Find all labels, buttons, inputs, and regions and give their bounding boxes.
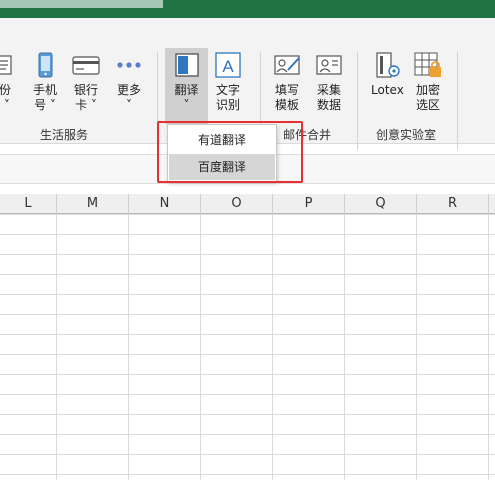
- collect-data-button[interactable]: 采集 数据: [314, 50, 344, 113]
- column-header-n[interactable]: N: [129, 194, 201, 214]
- text-recognition-label-1: 文字: [215, 83, 240, 97]
- column-header-l[interactable]: L: [0, 194, 57, 214]
- collect-data-icon: [314, 50, 344, 80]
- highlight-annotation-box: [157, 121, 303, 183]
- active-tab-indicator[interactable]: [0, 0, 163, 8]
- id-card-label-1: 身份: [0, 83, 11, 97]
- phone-number-button[interactable]: 手机 号 ˅: [30, 50, 60, 113]
- grid-line: [56, 214, 57, 480]
- encrypt-lock-icon: [413, 50, 443, 80]
- bank-card-label-1: 银行: [73, 83, 98, 97]
- bank-card-icon: [71, 50, 101, 80]
- encrypt-selection-label-2: 选区: [415, 98, 440, 112]
- lotex-button[interactable]: Lotex: [371, 50, 404, 98]
- grid-line: [272, 214, 273, 480]
- column-header-row: L M N O P Q R: [0, 194, 495, 214]
- column-header-o[interactable]: O: [201, 194, 273, 214]
- encrypt-selection-label-1: 加密: [415, 83, 440, 97]
- excel-window: 身份 证 ˅ 手机 号 ˅: [0, 0, 495, 480]
- grid-line: [416, 214, 417, 480]
- id-card-icon: [0, 50, 14, 80]
- column-header-r[interactable]: R: [417, 194, 489, 214]
- grid-line: [200, 214, 201, 480]
- fill-template-label-1: 填写: [274, 83, 299, 97]
- id-card-label-2: 证 ˅: [0, 98, 10, 112]
- encrypt-selection-button[interactable]: 加密 选区: [413, 50, 443, 113]
- grid-line: [488, 214, 489, 480]
- svg-text:A: A: [222, 57, 234, 76]
- lotex-icon: [372, 50, 402, 80]
- more-dots-icon: [114, 50, 144, 80]
- translate-label-2: ˅: [183, 98, 190, 112]
- more-label-2: ˅: [125, 98, 132, 112]
- column-header-m[interactable]: M: [57, 194, 129, 214]
- id-card-button[interactable]: 身份 证 ˅: [0, 50, 14, 113]
- collect-data-label-2: 数据: [316, 98, 341, 112]
- group-label-life-services: 生活服务: [40, 128, 89, 142]
- fill-template-label-2: 模板: [274, 98, 299, 112]
- group-separator: [457, 52, 458, 150]
- column-header-p[interactable]: P: [273, 194, 345, 214]
- more-button[interactable]: 更多 ˅: [114, 50, 144, 113]
- title-bar: [0, 0, 495, 18]
- grid-line: [128, 214, 129, 480]
- spreadsheet-grid[interactable]: [0, 214, 495, 480]
- phone-icon: [30, 50, 60, 80]
- bank-card-label-2: 卡 ˅: [75, 98, 97, 112]
- group-separator: [357, 52, 358, 150]
- translate-icon: [172, 50, 202, 80]
- translate-button[interactable]: 翻译 ˅: [165, 48, 208, 124]
- phone-label-1: 手机: [32, 83, 57, 97]
- bank-card-button[interactable]: 银行 卡 ˅: [71, 50, 101, 113]
- phone-label-2: 号 ˅: [34, 98, 56, 112]
- lotex-label: Lotex: [371, 83, 404, 97]
- text-recognition-icon: A: [213, 50, 243, 80]
- more-label-1: 更多: [116, 83, 141, 97]
- fill-template-icon: [272, 50, 302, 80]
- text-recognition-label-2: 识别: [215, 98, 240, 112]
- fill-template-button[interactable]: 填写 模板: [272, 50, 302, 113]
- grid-line: [344, 214, 345, 480]
- column-header-q[interactable]: Q: [345, 194, 417, 214]
- text-recognition-button[interactable]: A 文字 识别: [213, 50, 243, 113]
- translate-label-1: 翻译: [174, 83, 199, 97]
- collect-data-label-1: 采集: [316, 83, 341, 97]
- group-label-creative-lab: 创意实验室: [376, 128, 437, 142]
